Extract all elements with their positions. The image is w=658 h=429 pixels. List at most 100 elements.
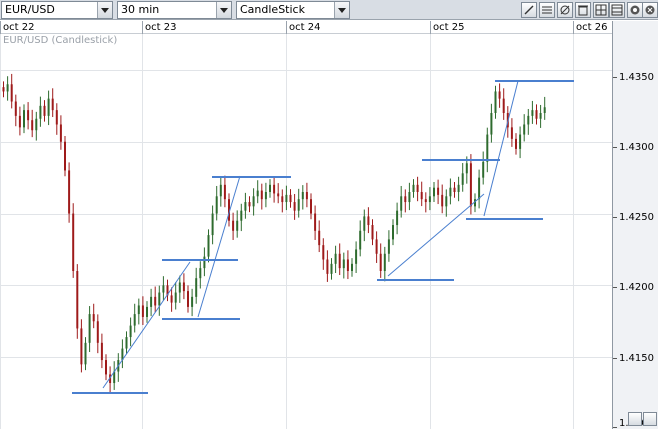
chevron-down-icon[interactable]: [334, 2, 349, 18]
candle-body: [39, 105, 42, 119]
candlestick-chart[interactable]: [0, 34, 612, 429]
symbol-select[interactable]: EUR/USD: [1, 1, 113, 19]
candle-body: [355, 249, 358, 264]
candle: [437, 179, 440, 205]
candle-body: [539, 113, 542, 119]
candle-body: [285, 194, 288, 203]
price-axis[interactable]: 1.4350 1.4300 1.4250 1.4200 1.4150 1.410…: [612, 21, 658, 429]
candle: [392, 219, 394, 246]
candle-body: [367, 216, 370, 226]
candle: [59, 115, 62, 150]
candle: [96, 314, 99, 354]
pencil-icon[interactable]: [521, 2, 537, 18]
trend-line: [387, 193, 485, 277]
candle-body: [96, 321, 99, 343]
candle: [84, 337, 87, 371]
erase-icon[interactable]: [557, 2, 573, 18]
layout-icon[interactable]: [609, 2, 625, 18]
candle: [146, 301, 148, 323]
candle-body: [211, 213, 214, 236]
date-label: oct 24: [289, 22, 321, 33]
candle: [191, 288, 194, 317]
candle: [170, 287, 173, 312]
candle-body: [322, 245, 325, 260]
candle-body: [133, 314, 136, 326]
candle: [178, 275, 181, 303]
candle-body: [277, 193, 280, 197]
candle: [396, 202, 399, 235]
candle-body: [252, 196, 255, 207]
candle-body: [457, 184, 460, 192]
chevron-down-icon[interactable]: [97, 2, 112, 18]
candle: [195, 267, 198, 304]
candle-body: [326, 259, 329, 274]
candle-body: [478, 177, 481, 200]
price-label: 1.4300: [619, 142, 654, 153]
price-label: 1.4250: [619, 212, 654, 223]
candle-body: [359, 230, 362, 250]
candle-body: [207, 235, 210, 257]
candle: [383, 246, 386, 282]
candle: [133, 303, 136, 333]
candle-body: [35, 118, 38, 131]
candle-body: [428, 196, 431, 203]
zoom-out-icon[interactable]: [628, 412, 642, 426]
delete-icon[interactable]: [575, 2, 591, 18]
candle-body: [72, 213, 75, 271]
settings-icon[interactable]: [627, 2, 643, 18]
trend-line: [483, 80, 519, 217]
candle-body: [314, 213, 317, 231]
candle-body: [6, 84, 9, 92]
candle-body: [412, 184, 415, 192]
candle-body: [281, 196, 284, 203]
chevron-down-icon[interactable]: [216, 2, 231, 18]
candle-body: [55, 110, 58, 125]
candle-body: [515, 138, 517, 149]
candle: [379, 243, 382, 278]
candle-body: [2, 87, 5, 92]
candle: [342, 252, 345, 279]
candle: [269, 179, 271, 198]
candle: [55, 103, 58, 135]
candle-body: [191, 296, 194, 307]
fibonacci-icon[interactable]: [539, 2, 555, 18]
candle: [531, 100, 534, 124]
candle-body: [305, 192, 308, 200]
timeframe-select[interactable]: 30 min: [117, 1, 232, 19]
close-icon[interactable]: [642, 2, 658, 18]
candle: [326, 250, 329, 282]
candle-body: [519, 134, 522, 149]
chart-style-select[interactable]: CandleStick: [236, 1, 350, 19]
candle: [219, 177, 222, 207]
candle-body: [256, 190, 259, 197]
candle: [137, 298, 140, 325]
candle: [301, 185, 304, 210]
candle-body: [244, 202, 247, 211]
candle-body: [375, 239, 378, 254]
grid-icon[interactable]: [593, 2, 609, 18]
candle: [449, 178, 452, 205]
trend-line: [197, 175, 241, 318]
candle: [105, 354, 107, 381]
candle: [174, 282, 177, 310]
candle: [150, 288, 153, 317]
candle-body: [453, 187, 456, 192]
candle: [18, 106, 21, 136]
chart-style-select-value: CandleStick: [240, 3, 305, 16]
candle-body: [461, 173, 464, 185]
candle-body: [23, 110, 25, 128]
candle-body: [129, 325, 132, 338]
candle-body: [80, 328, 83, 365]
candle-body: [301, 192, 304, 200]
chart-grid: [0, 34, 612, 429]
candle-body: [437, 187, 440, 195]
candle: [535, 104, 538, 125]
candle: [482, 151, 485, 185]
candle-body: [379, 253, 382, 271]
candle-body: [223, 184, 226, 200]
zoom-in-icon[interactable]: [643, 412, 657, 426]
candle: [539, 104, 542, 128]
candle-body: [146, 306, 148, 317]
candle-body: [318, 230, 321, 246]
candle-body: [137, 305, 140, 315]
